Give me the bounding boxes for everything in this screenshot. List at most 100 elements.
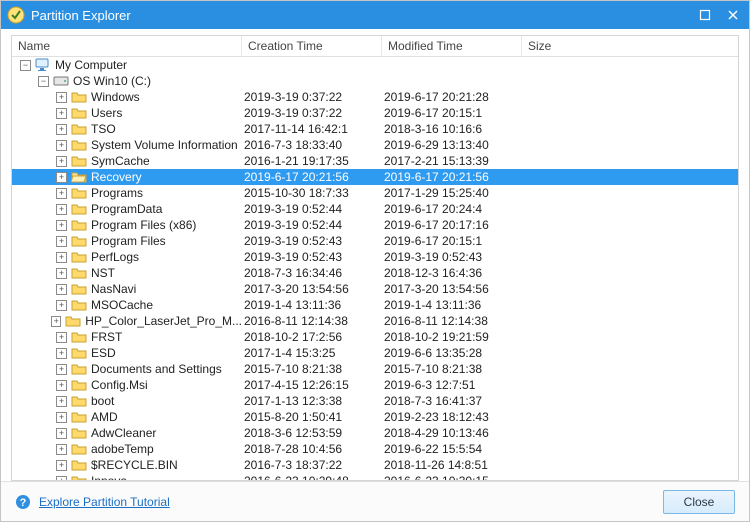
modified-time: 2019-2-23 18:12:43: [382, 409, 522, 425]
column-header-row: Name Creation Time Modified Time Size: [12, 36, 738, 57]
creation-time: 2017-1-13 12:3:38: [242, 393, 382, 409]
creation-time: 2016-7-3 18:33:40: [242, 137, 382, 153]
creation-time: 2015-10-30 18:7:33: [242, 185, 382, 201]
folder-row[interactable]: +ESD2017-1-4 15:3:252019-6-6 13:35:28: [12, 345, 738, 361]
modified-time: 2017-1-29 15:25:40: [382, 185, 522, 201]
expand-icon[interactable]: +: [56, 300, 67, 311]
item-label: NST: [91, 265, 115, 281]
item-label: ESD: [91, 345, 116, 361]
folder-row[interactable]: +Program Files (x86)2019-3-19 0:52:44201…: [12, 217, 738, 233]
expand-icon[interactable]: +: [56, 348, 67, 359]
folder-row[interactable]: +SymCache2016-1-21 19:17:352017-2-21 15:…: [12, 153, 738, 169]
creation-time: 2016-6-23 10:29:48: [242, 473, 382, 480]
expand-icon[interactable]: +: [56, 380, 67, 391]
creation-time: 2019-3-19 0:52:44: [242, 217, 382, 233]
expand-icon[interactable]: +: [56, 236, 67, 247]
creation-time: 2019-1-4 13:11:36: [242, 297, 382, 313]
tutorial-link[interactable]: Explore Partition Tutorial: [39, 495, 170, 509]
folder-row[interactable]: +PerfLogs2019-3-19 0:52:432019-3-19 0:52…: [12, 249, 738, 265]
folder-row[interactable]: +Config.Msi2017-4-15 12:26:152019-6-3 12…: [12, 377, 738, 393]
modified-time: 2018-10-2 19:21:59: [382, 329, 522, 345]
folder-row[interactable]: + MSOCache 2019-1-4 13:11:362019-1-4 13:11…: [12, 297, 738, 313]
modified-time: 2019-6-3 12:7:51: [382, 377, 522, 393]
folder-row[interactable]: +TSO2017-11-14 16:42:12018-3-16 10:16:6: [12, 121, 738, 137]
expand-icon[interactable]: +: [56, 428, 67, 439]
expand-icon[interactable]: +: [56, 140, 67, 151]
expand-icon[interactable]: +: [56, 444, 67, 455]
expand-icon[interactable]: +: [56, 220, 67, 231]
folder-row[interactable]: +$RECYCLE.BIN2016-7-3 18:37:222018-11-26…: [12, 457, 738, 473]
expand-icon[interactable]: +: [56, 284, 67, 295]
creation-time: 2017-3-20 13:54:56: [242, 281, 382, 297]
expand-icon[interactable]: +: [56, 460, 67, 471]
expand-icon[interactable]: +: [56, 364, 67, 375]
modified-time: 2017-3-20 13:54:56: [382, 281, 522, 297]
folder-row[interactable]: +FRST2018-10-2 17:2:562018-10-2 19:21:59: [12, 329, 738, 345]
folder-row[interactable]: +HP_Color_LaserJet_Pro_M...2016-8-11 12:…: [12, 313, 738, 329]
tree-rows-container[interactable]: −My Computer−OS Win10 (C:)+Windows2019-3…: [12, 57, 738, 480]
creation-time: 2017-4-15 12:26:15: [242, 377, 382, 393]
window-title: Partition Explorer: [31, 8, 695, 23]
item-label: Documents and Settings: [91, 361, 222, 377]
column-header-size[interactable]: Size: [522, 36, 738, 56]
folder-row[interactable]: +Program Files2019-3-19 0:52:432019-6-17…: [12, 233, 738, 249]
root-row[interactable]: −My Computer: [12, 57, 738, 73]
creation-time: 2018-3-6 12:53:59: [242, 425, 382, 441]
item-label: $RECYCLE.BIN: [91, 457, 178, 473]
close-button[interactable]: Close: [663, 490, 735, 514]
item-label: MSOCache: [91, 297, 153, 313]
creation-time: 2019-3-19 0:52:43: [242, 233, 382, 249]
folder-row[interactable]: +Programs2015-10-30 18:7:332017-1-29 15:…: [12, 185, 738, 201]
expand-icon[interactable]: +: [56, 268, 67, 279]
collapse-icon[interactable]: −: [38, 76, 49, 87]
folder-row[interactable]: +NasNavi2017-3-20 13:54:562017-3-20 13:5…: [12, 281, 738, 297]
item-label: HP_Color_LaserJet_Pro_M...: [85, 313, 242, 329]
folder-row[interactable]: +Innova2016-6-23 10:29:482016-6-23 10:30…: [12, 473, 738, 480]
expand-icon[interactable]: +: [56, 172, 67, 183]
expand-icon[interactable]: +: [56, 156, 67, 167]
column-header-ctime[interactable]: Creation Time: [242, 36, 382, 56]
expand-icon[interactable]: +: [56, 124, 67, 135]
creation-time: 2018-7-28 10:4:56: [242, 441, 382, 457]
expand-icon[interactable]: +: [56, 204, 67, 215]
item-label: AMD: [91, 409, 118, 425]
expand-icon[interactable]: +: [56, 188, 67, 199]
modified-time: 2018-11-26 14:8:51: [382, 457, 522, 473]
modified-time: 2019-6-17 20:21:56: [382, 169, 522, 185]
expand-icon[interactable]: +: [56, 92, 67, 103]
modified-time: 2018-7-3 16:41:37: [382, 393, 522, 409]
folder-row[interactable]: +Users2019-3-19 0:37:222019-6-17 20:15:1: [12, 105, 738, 121]
modified-time: 2019-6-6 13:35:28: [382, 345, 522, 361]
folder-row[interactable]: +AMD2015-8-20 1:50:412019-2-23 18:12:43: [12, 409, 738, 425]
collapse-icon[interactable]: −: [20, 60, 31, 71]
expand-icon[interactable]: +: [56, 252, 67, 263]
folder-row[interactable]: +boot2017-1-13 12:3:382018-7-3 16:41:37: [12, 393, 738, 409]
folder-row[interactable]: +adobeTemp2018-7-28 10:4:562019-6-22 15:…: [12, 441, 738, 457]
folder-row[interactable]: +System Volume Information2016-7-3 18:33…: [12, 137, 738, 153]
folder-row[interactable]: +AdwCleaner2018-3-6 12:53:592018-4-29 10…: [12, 425, 738, 441]
modified-time: 2019-1-4 13:11:36: [382, 297, 522, 313]
folder-row[interactable]: +Recovery2019-6-17 20:21:562019-6-17 20:…: [12, 169, 738, 185]
creation-time: 2015-7-10 8:21:38: [242, 361, 382, 377]
expand-icon[interactable]: +: [56, 412, 67, 423]
column-header-mtime[interactable]: Modified Time: [382, 36, 522, 56]
expand-icon[interactable]: +: [56, 108, 67, 119]
drive-row[interactable]: −OS Win10 (C:): [12, 73, 738, 89]
modified-time: 2019-6-17 20:15:1: [382, 233, 522, 249]
folder-row[interactable]: + Documents and Settings 2015-7-10 8:21:38…: [12, 361, 738, 377]
creation-time: 2019-3-19 0:37:22: [242, 89, 382, 105]
help-icon[interactable]: ?: [15, 494, 31, 510]
expand-icon[interactable]: +: [51, 316, 61, 327]
folder-row[interactable]: +ProgramData2019-3-19 0:52:442019-6-17 2…: [12, 201, 738, 217]
main-area: Name Creation Time Modified Time Size −M…: [1, 29, 749, 481]
folder-row[interactable]: +Windows2019-3-19 0:37:222019-6-17 20:21…: [12, 89, 738, 105]
expand-icon[interactable]: +: [56, 476, 67, 481]
column-header-name[interactable]: Name: [12, 36, 242, 56]
expand-icon[interactable]: +: [56, 332, 67, 343]
folder-row[interactable]: +NST2018-7-3 16:34:462018-12-3 16:4:36: [12, 265, 738, 281]
expand-icon[interactable]: +: [56, 396, 67, 407]
detach-icon[interactable]: [695, 5, 715, 25]
item-label: SymCache: [91, 153, 150, 169]
close-icon[interactable]: [723, 5, 743, 25]
titlebar[interactable]: Partition Explorer: [1, 1, 749, 29]
